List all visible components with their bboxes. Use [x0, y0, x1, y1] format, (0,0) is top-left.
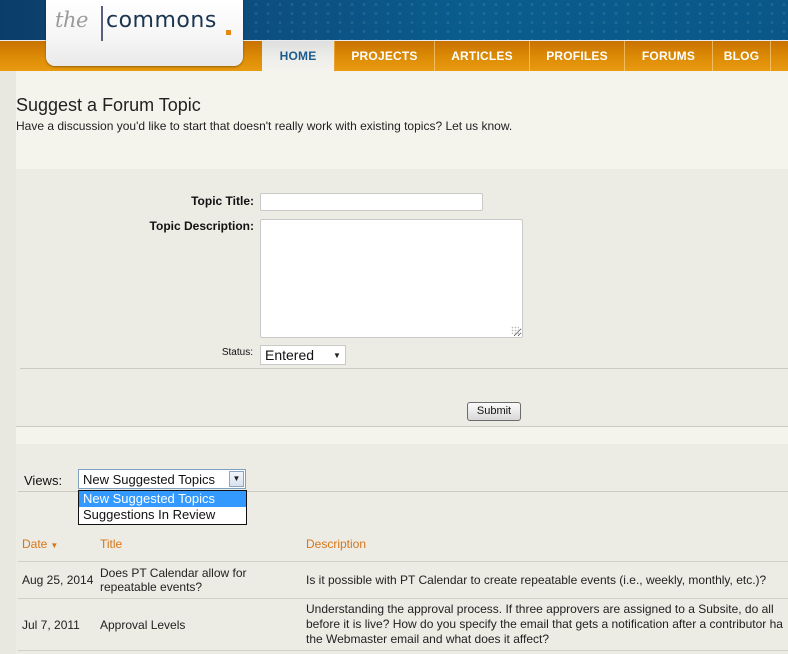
sort-desc-icon: ▼: [50, 541, 59, 550]
row-date: Jul 7, 2011: [22, 618, 80, 632]
section-spacer: [16, 427, 788, 444]
suggest-topic-form: Topic Title: Topic Description: Status: …: [16, 169, 788, 427]
nav-blog[interactable]: BLOG: [713, 41, 771, 71]
submit-button[interactable]: Submit: [467, 402, 521, 421]
nav-projects[interactable]: PROJECTS: [335, 41, 435, 71]
views-select[interactable]: New Suggested Topics ▼: [78, 469, 246, 489]
views-selected-value: New Suggested Topics: [83, 471, 216, 487]
column-header-date-label: Date: [22, 537, 48, 551]
logo-commons-text: commons: [106, 8, 217, 33]
nav-home[interactable]: HOME: [262, 41, 335, 71]
row-description-line: Is it possible with PT Calendar to creat…: [306, 573, 767, 587]
nav-forums[interactable]: FORUMS: [625, 41, 713, 71]
row-divider: [18, 650, 788, 651]
row-title[interactable]: Does PT Calendar allow for repeatable ev…: [100, 566, 247, 594]
suggestions-list-section: Views: New Suggested Topics ▼ New Sugges…: [16, 444, 788, 654]
intro-section: Suggest a Forum Topic Have a discussion …: [16, 71, 788, 169]
column-header-date[interactable]: Date ▼: [22, 537, 58, 551]
site-logo[interactable]: the commons: [46, 0, 243, 66]
row-date: Aug 25, 2014: [22, 573, 94, 587]
chevron-down-icon: ▼: [333, 350, 341, 360]
chevron-down-icon[interactable]: ▼: [229, 471, 244, 487]
logo-the-text: the: [55, 8, 88, 32]
row-description-line: the Webmaster email and what does it aff…: [306, 632, 550, 646]
row-description-line: before it is live? How do you specify th…: [306, 617, 783, 631]
row-description: Is it possible with PT Calendar to creat…: [306, 573, 766, 587]
nav-articles[interactable]: ARTICLES: [435, 41, 530, 71]
column-header-description[interactable]: Description: [306, 537, 366, 551]
views-option-suggestions-in-review[interactable]: Suggestions In Review: [79, 507, 246, 523]
header-divider: [18, 561, 788, 562]
views-option-new-suggested-topics[interactable]: New Suggested Topics: [79, 491, 246, 507]
logo-dot: [226, 30, 231, 35]
left-rail: [0, 71, 16, 654]
topic-description-label: Topic Description:: [149, 219, 254, 233]
nav-profiles[interactable]: PROFILES: [530, 41, 625, 71]
page-subtitle: Have a discussion you'd like to start th…: [16, 119, 513, 133]
column-header-title[interactable]: Title: [100, 537, 122, 551]
row-description: Understanding the approval process. If t…: [306, 602, 783, 647]
form-divider: [20, 368, 788, 369]
topic-description-textarea[interactable]: [260, 219, 523, 338]
status-label: Status:: [221, 347, 253, 358]
main-nav: HOME PROJECTS ARTICLES PROFILES FORUMS B…: [262, 41, 771, 71]
row-title[interactable]: Approval Levels: [100, 618, 185, 632]
status-selected-value: Entered: [265, 347, 315, 363]
row-title-line: repeatable events?: [100, 580, 203, 594]
topic-title-input[interactable]: [260, 193, 483, 211]
row-title-line: Does PT Calendar allow for: [100, 566, 247, 580]
status-select[interactable]: Entered ▼: [260, 345, 346, 365]
row-description-line: Understanding the approval process. If t…: [306, 602, 774, 616]
resize-grip-icon[interactable]: [511, 326, 519, 334]
logo-divider: [101, 6, 103, 41]
views-label: Views:: [24, 473, 63, 488]
topic-title-label: Topic Title:: [191, 194, 254, 208]
page-title: Suggest a Forum Topic: [16, 95, 201, 115]
row-divider: [18, 598, 788, 599]
header-pattern: [250, 0, 788, 40]
views-dropdown-list: New Suggested Topics Suggestions In Revi…: [78, 490, 247, 525]
